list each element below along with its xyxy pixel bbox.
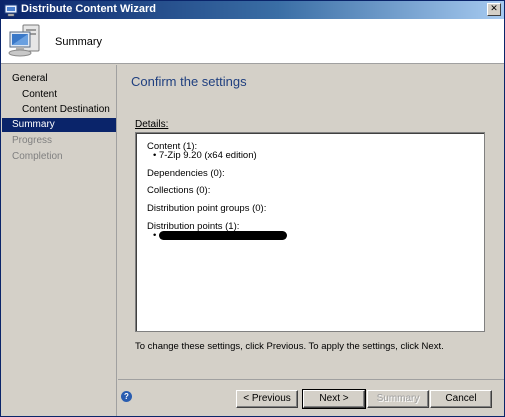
title-bar[interactable]: Distribute Content Wizard ✕ [1, 1, 504, 19]
details-label-text: Details: [135, 119, 169, 130]
wizard-window: Distribute Content Wizard ✕ Summary Gene… [0, 0, 505, 417]
page-heading: Confirm the settings [131, 74, 247, 89]
instruction-text: To change these settings, click Previous… [135, 341, 444, 352]
help-icon[interactable]: ? [121, 391, 132, 402]
header-title: Summary [55, 36, 103, 48]
wizard-app-icon [4, 4, 18, 17]
previous-button[interactable]: < Previous [236, 390, 298, 408]
details-textbox[interactable]: Content (1): • 7-Zip 9.20 (x64 edition) … [135, 132, 485, 332]
redacted-block [159, 230, 288, 240]
dp-item-bullet: • [153, 230, 157, 241]
main-panel: Confirm the settings Details: Content (1… [118, 65, 504, 379]
sidebar-item-summary[interactable]: Summary [2, 118, 116, 132]
dp-groups-line: Distribution point groups (0): [147, 203, 267, 214]
cancel-button[interactable]: Cancel [430, 390, 492, 408]
collections-line: Collections (0): [147, 185, 211, 196]
summary-button: Summary [367, 390, 429, 408]
wizard-header: Summary [1, 19, 504, 64]
sidebar-item-progress: Progress [12, 135, 53, 146]
window-title: Distribute Content Wizard [21, 3, 156, 15]
dependencies-line: Dependencies (0): [147, 168, 225, 179]
computer-icon [8, 24, 40, 57]
details-label: Details: [135, 119, 168, 130]
next-button[interactable]: Next > [302, 389, 366, 409]
sidebar-item-content[interactable]: Content [22, 89, 57, 103]
dp-item: • [153, 230, 288, 241]
sidebar-item-general[interactable]: General [12, 73, 48, 87]
wizard-steps-sidebar: General Content Content Destination Summ… [1, 65, 117, 416]
sidebar-item-content-destination[interactable]: Content Destination [22, 104, 110, 118]
close-button[interactable]: ✕ [487, 3, 501, 16]
sidebar-item-completion: Completion [12, 151, 63, 162]
content-item: • 7-Zip 9.20 (x64 edition) [153, 150, 257, 161]
close-icon: ✕ [490, 4, 498, 14]
